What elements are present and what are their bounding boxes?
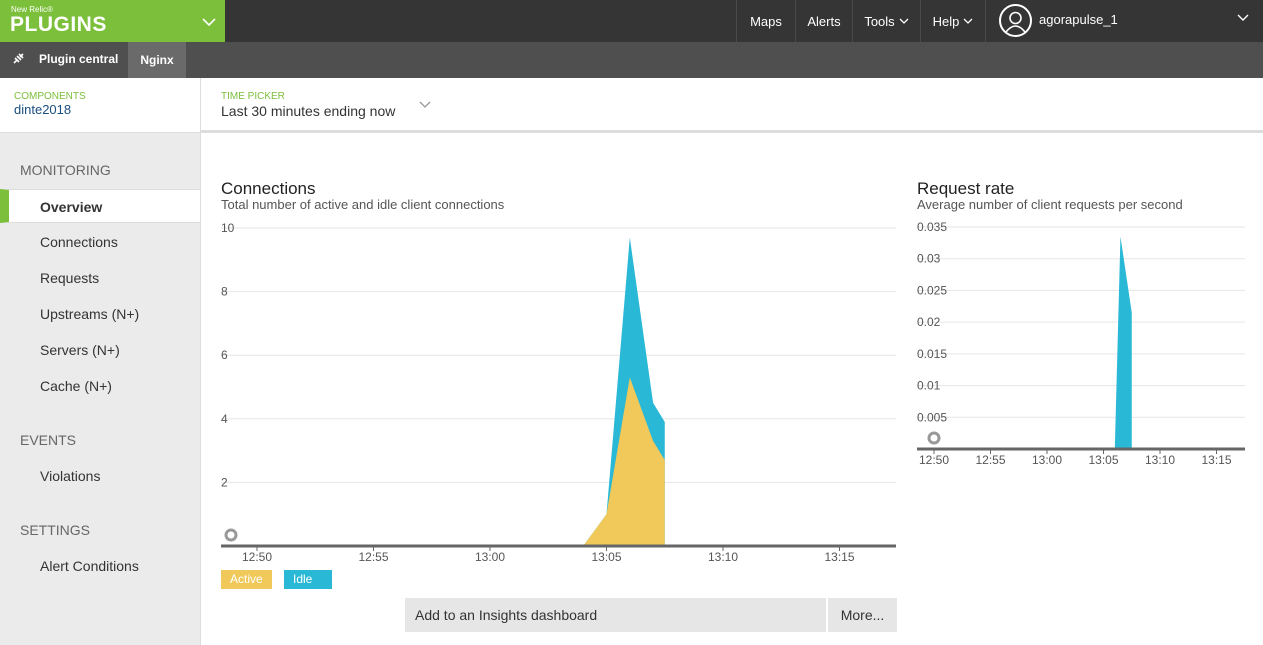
chevron-down-icon: [1237, 14, 1249, 21]
sidebar-item-cache[interactable]: Cache (N+): [0, 369, 200, 403]
y-tick-label: 0.03: [917, 252, 941, 266]
plugin-central-link[interactable]: Plugin central: [0, 42, 128, 78]
chevron-down-icon: [963, 18, 973, 24]
y-tick-label: 10: [221, 221, 235, 235]
sidebar-item-violations[interactable]: Violations: [0, 459, 200, 493]
user-menu[interactable]: agorapulse_1: [985, 0, 1263, 42]
y-tick-label: 0.02: [917, 315, 941, 329]
top-bar: New Relic® PLUGINS Maps Alerts Tools Hel…: [0, 0, 1263, 42]
sidebar-item-alert-conditions[interactable]: Alert Conditions: [0, 549, 200, 583]
brand-logo: PLUGINS: [10, 13, 107, 36]
section-monitoring: MONITORING: [20, 162, 111, 178]
nav-tools-label: Tools: [864, 13, 895, 29]
x-tick-label: 13:00: [475, 550, 505, 564]
component-selector[interactable]: COMPONENTS dinte2018: [0, 78, 201, 133]
user-avatar-icon: [999, 4, 1032, 37]
x-tick-label: 13:15: [824, 550, 854, 564]
x-tick-label: 12:50: [919, 453, 949, 467]
annotation-marker-dot: [930, 434, 938, 442]
legend-idle[interactable]: Idle: [284, 570, 332, 589]
chevron-down-icon: [419, 101, 431, 108]
sidebar-item-servers[interactable]: Servers (N+): [0, 333, 200, 367]
x-tick-label: 13:05: [591, 550, 621, 564]
time-picker[interactable]: TIME PICKER Last 30 minutes ending now: [201, 78, 1263, 133]
annotation-marker-dot: [227, 531, 235, 539]
chart-actions: Add to an Insights dashboard More...: [405, 598, 897, 632]
time-picker-value: Last 30 minutes ending now: [221, 103, 396, 119]
y-tick-label: 8: [221, 285, 228, 299]
y-tick-label: 6: [221, 348, 228, 362]
request-chart-title: Request rate: [917, 179, 1015, 198]
nav-maps[interactable]: Maps: [736, 0, 795, 42]
component-value: dinte2018: [14, 102, 72, 117]
connections-chart: 2 4 6 8 10 12:50 12:55 13:00 13:05 13:10 13:15: [221, 221, 896, 564]
y-tick-label: 0.035: [917, 220, 947, 234]
more-button[interactable]: More...: [826, 598, 897, 632]
connections-chart-title: Connections: [221, 179, 316, 198]
x-tick-label: 13:10: [708, 550, 738, 564]
y-tick-label: 2: [221, 475, 228, 489]
nav-alerts-label: Alerts: [807, 13, 841, 29]
plugin-central-label: Plugin central: [39, 52, 119, 66]
x-tick-label: 13:15: [1201, 453, 1231, 467]
section-settings: SETTINGS: [20, 522, 91, 538]
sidebar-item-requests[interactable]: Requests: [0, 261, 200, 295]
connections-chart-subtitle: Total number of active and idle client c…: [221, 197, 505, 212]
nav-tools[interactable]: Tools: [852, 0, 920, 42]
tab-nginx[interactable]: Nginx: [128, 42, 186, 78]
plug-icon: [13, 53, 24, 64]
sidebar-item-upstreams[interactable]: Upstreams (N+): [0, 297, 200, 331]
request-rate-chart: 0.005 0.01 0.015 0.02 0.025 0.03 0.035 12:50 12:…: [917, 220, 1245, 467]
nav-alerts[interactable]: Alerts: [795, 0, 852, 42]
time-picker-label: TIME PICKER: [221, 91, 285, 102]
y-tick-label: 0.01: [917, 379, 941, 393]
chevron-down-icon: [899, 18, 909, 24]
sub-bar: Plugin central Nginx: [0, 42, 1263, 78]
y-tick-label: 0.015: [917, 347, 947, 361]
section-events: EVENTS: [20, 432, 77, 448]
brand-menu[interactable]: New Relic® PLUGINS: [0, 0, 225, 42]
component-label: COMPONENTS: [14, 91, 86, 102]
nav-maps-label: Maps: [750, 13, 782, 29]
add-to-insights-button[interactable]: Add to an Insights dashboard: [415, 607, 597, 623]
x-tick-label: 12:55: [358, 550, 388, 564]
x-tick-label: 13:00: [1032, 453, 1062, 467]
series-area-idle: [1114, 236, 1132, 449]
sidebar-item-connections[interactable]: Connections: [0, 225, 200, 259]
nav-help[interactable]: Help: [920, 0, 985, 42]
legend-active[interactable]: Active: [221, 570, 272, 589]
chevron-down-icon: [202, 18, 216, 27]
x-tick-label: 12:50: [242, 550, 272, 564]
username: agorapulse_1: [1039, 12, 1118, 27]
nav-help-label: Help: [932, 13, 960, 29]
y-tick-label: 4: [221, 412, 228, 426]
sidebar-item-overview[interactable]: Overview: [0, 189, 200, 223]
sidebar: MONITORING Overview Connections Requests…: [0, 133, 201, 645]
y-tick-label: 0.005: [917, 410, 947, 424]
x-tick-label: 13:10: [1145, 453, 1175, 467]
y-tick-label: 0.025: [917, 283, 947, 297]
x-tick-label: 12:55: [975, 453, 1005, 467]
x-tick-label: 13:05: [1088, 453, 1118, 467]
request-chart-subtitle: Average number of client requests per se…: [917, 197, 1183, 212]
